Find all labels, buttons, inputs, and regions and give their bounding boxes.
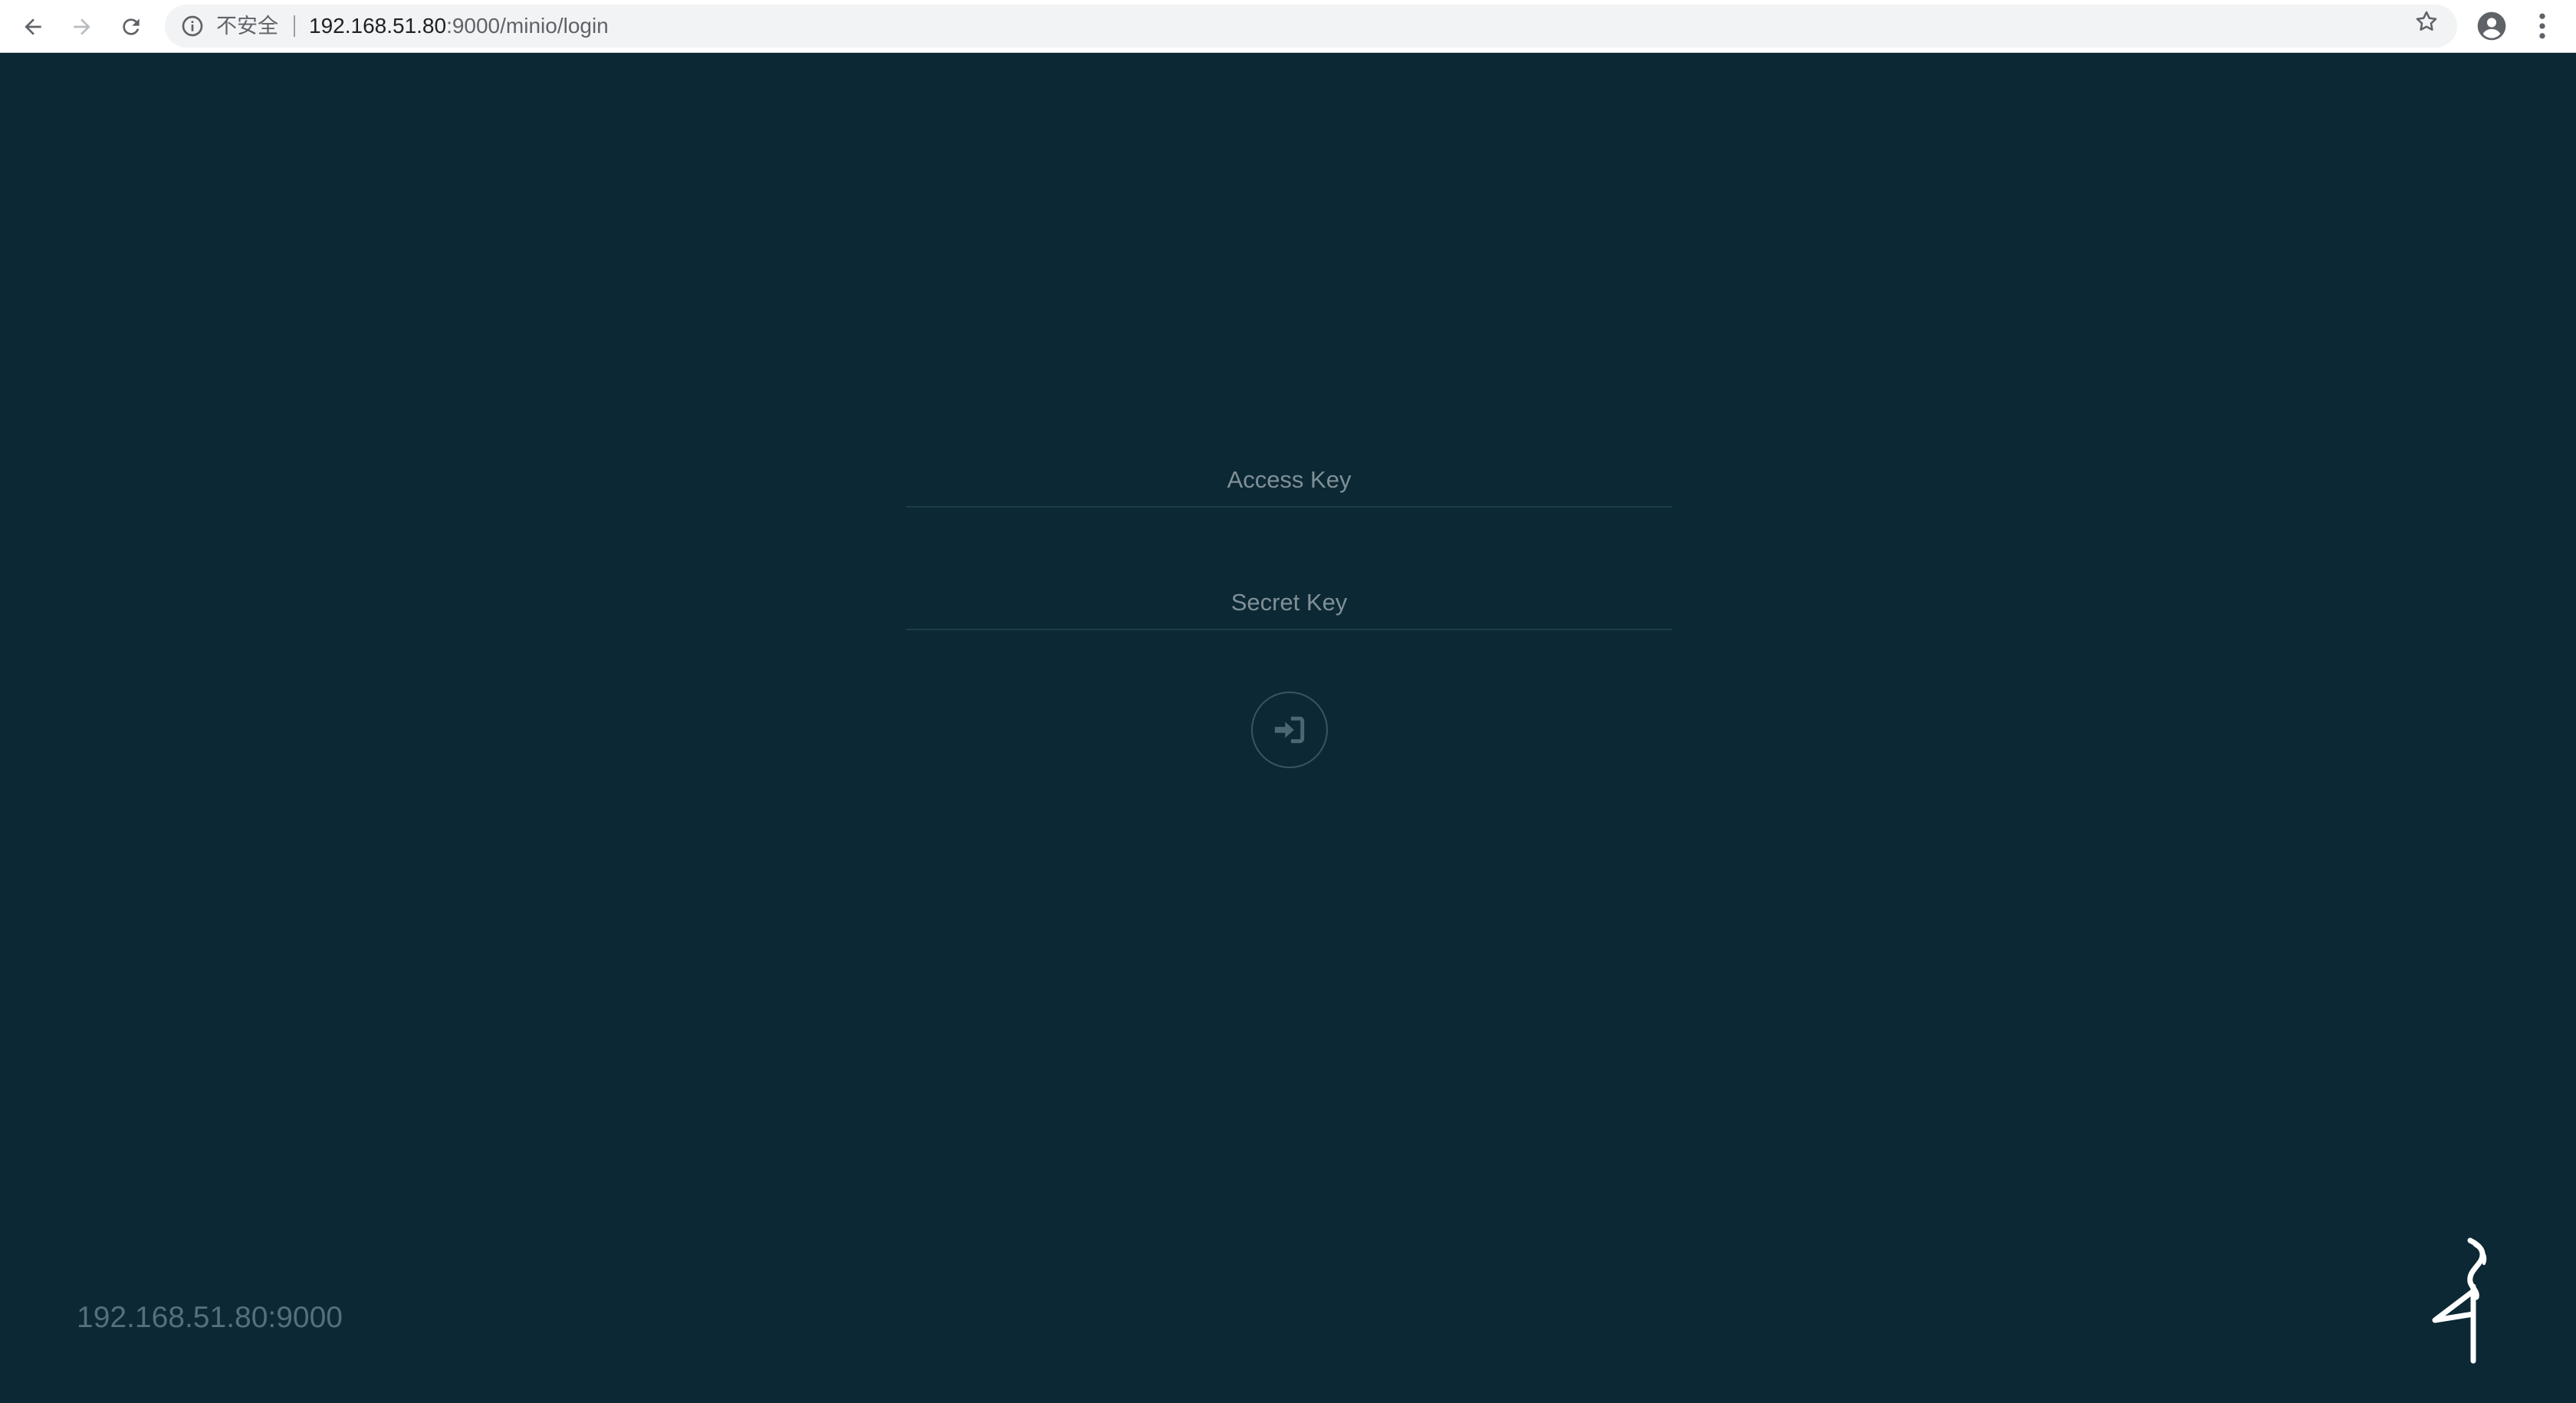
info-icon[interactable] bbox=[180, 14, 205, 38]
forward-button[interactable] bbox=[66, 11, 98, 43]
access-key-input[interactable] bbox=[906, 454, 1672, 506]
reload-icon bbox=[123, 18, 140, 35]
star-icon[interactable] bbox=[2413, 8, 2440, 34]
minio-logo bbox=[2432, 1237, 2487, 1364]
forward-arrow-icon bbox=[74, 18, 90, 35]
profile-icon[interactable] bbox=[2475, 9, 2509, 43]
login-button[interactable] bbox=[1251, 692, 1328, 768]
server-host-label: 192.168.51.80:9000 bbox=[77, 1301, 343, 1334]
omnibox-separator bbox=[294, 15, 295, 37]
url-host: 192.168.51.80 bbox=[309, 14, 447, 38]
browser-toolbar: 不安全 192.168.51.80:9000/minio/login bbox=[0, 0, 2576, 53]
url-path: :9000/minio/login bbox=[446, 14, 609, 38]
more-menu-icon[interactable] bbox=[2530, 9, 2555, 43]
back-arrow-icon bbox=[25, 18, 41, 35]
sign-in-icon bbox=[1274, 716, 1305, 744]
access-key-field bbox=[906, 454, 1672, 508]
address-bar[interactable]: 不安全 192.168.51.80:9000/minio/login bbox=[165, 5, 2457, 48]
secret-key-field bbox=[906, 577, 1672, 630]
reload-button[interactable] bbox=[115, 11, 147, 43]
back-button[interactable] bbox=[17, 11, 49, 43]
secret-key-input[interactable] bbox=[906, 577, 1672, 629]
security-label[interactable]: 不安全 bbox=[216, 14, 278, 38]
url-text[interactable]: 192.168.51.80:9000/minio/login bbox=[309, 14, 609, 38]
